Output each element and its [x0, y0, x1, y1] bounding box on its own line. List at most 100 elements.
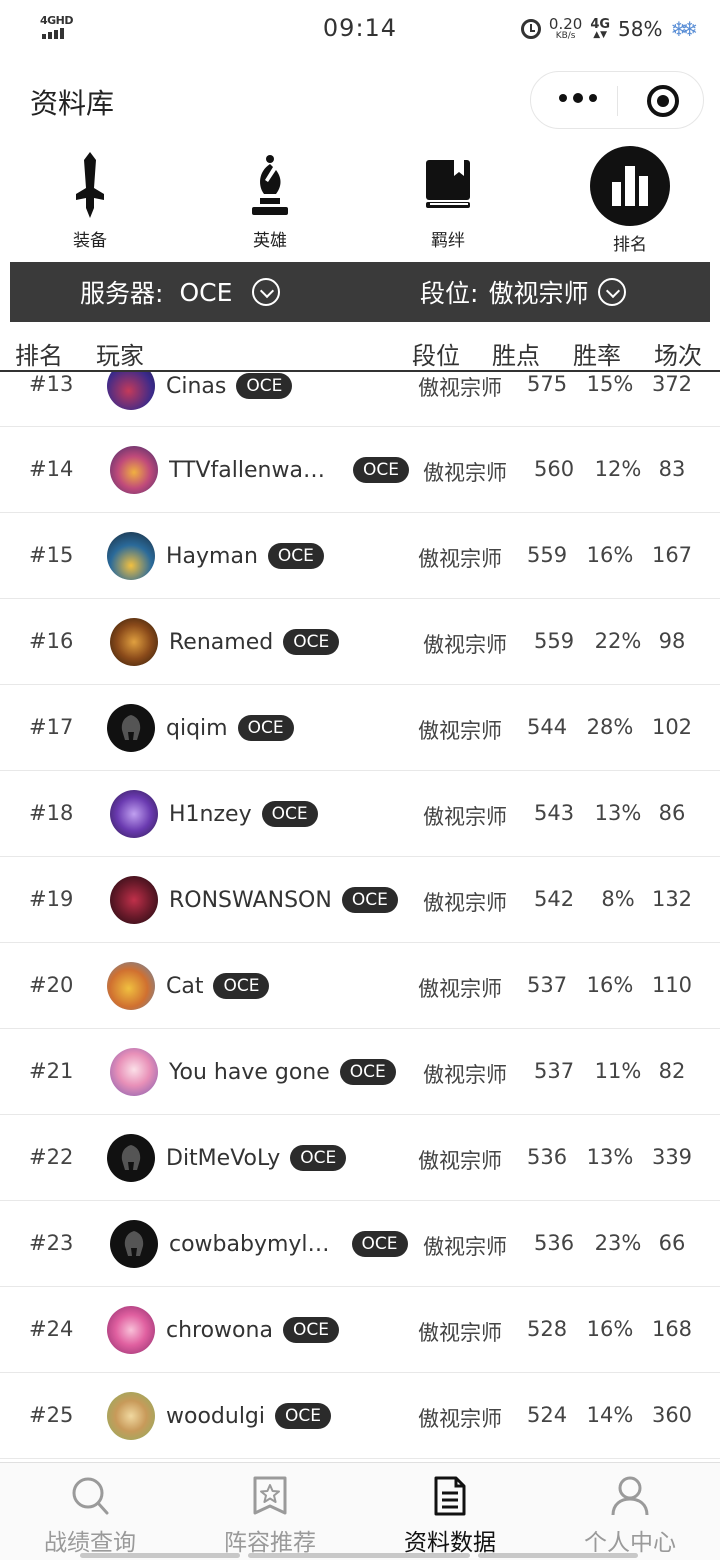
table-row[interactable]: #23 cowbabymyl… OCE 傲视宗师 536 23% 66	[0, 1201, 720, 1287]
player-name: Cat	[166, 973, 204, 999]
avatar	[110, 1220, 158, 1268]
avatar	[107, 532, 155, 580]
region-badge: OCE	[341, 887, 398, 913]
home-indicator	[248, 1553, 470, 1558]
row-winrate: 28%	[586, 715, 634, 739]
row-lp: 560	[534, 457, 575, 481]
row-games: 132	[651, 887, 693, 911]
row-tier: 傲视宗师	[423, 1235, 507, 1259]
close-target-icon[interactable]	[647, 85, 679, 117]
player-cell: DitMeVoLy OCE	[166, 1115, 347, 1201]
mobile-data-indicator: 4G ▲▼	[590, 18, 610, 40]
table-row[interactable]: #14 TTVfallenwall… OCE 傲视宗师 560 12% 83	[0, 427, 720, 513]
bottom-nav: 战绩查询 阵容推荐 资料数据 个人中心	[0, 1462, 720, 1560]
region-badge: OCE	[267, 543, 324, 569]
row-lp: 559	[527, 543, 568, 567]
page-title: 资料库	[30, 87, 115, 120]
server-filter-label: 服务器:	[80, 279, 164, 308]
table-row[interactable]: #13 Cinas OCE 傲视宗师 575 15% 372	[0, 372, 720, 427]
row-lp: 537	[527, 973, 568, 997]
column-header-games[interactable]: 场次	[654, 336, 702, 371]
server-filter[interactable]: 服务器: OCE	[80, 262, 281, 322]
player-name: TTVfallenwall…	[169, 457, 331, 483]
region-badge: OCE	[290, 1145, 347, 1171]
row-tier: 傲视宗师	[418, 977, 502, 1001]
row-winrate: 13%	[594, 801, 642, 825]
table-row[interactable]: #16 Renamed OCE 傲视宗师 559 22% 98	[0, 599, 720, 685]
mini-program-capsule	[530, 71, 704, 129]
table-row[interactable]: #20 Cat OCE 傲视宗师 537 16% 110	[0, 943, 720, 1029]
table-row[interactable]: #21 You have gone OCE 傲视宗师 537 11% 82	[0, 1029, 720, 1115]
row-games: 360	[651, 1403, 693, 1427]
avatar	[107, 1134, 155, 1182]
row-winrate: 14%	[586, 1403, 634, 1427]
row-games: 102	[651, 715, 693, 739]
row-games: 86	[658, 801, 686, 825]
tier-filter[interactable]: 段位: 傲视宗师	[420, 262, 627, 322]
battery-level: 58%	[618, 17, 663, 41]
sword-icon	[76, 152, 104, 218]
region-badge: OCE	[353, 457, 409, 483]
row-lp: 528	[527, 1317, 568, 1341]
chess-bishop-icon	[252, 155, 288, 215]
table-row[interactable]: #18 H1nzey OCE 傲视宗师 543 13% 86	[0, 771, 720, 857]
player-cell: TTVfallenwall… OCE	[169, 427, 409, 513]
row-games: 66	[658, 1231, 686, 1255]
avatar	[110, 446, 158, 494]
player-cell: Hayman OCE	[166, 513, 324, 599]
player-name: Renamed	[169, 629, 274, 655]
row-tier: 傲视宗师	[423, 805, 507, 829]
player-cell: cowbabymyl… OCE	[169, 1201, 408, 1287]
player-cell: You have gone OCE	[169, 1029, 396, 1115]
nav-label: 资料数据	[404, 1530, 496, 1556]
column-header-lp[interactable]: 胜点	[492, 336, 540, 371]
table-row[interactable]: #22 DitMeVoLy OCE 傲视宗师 536 13% 339	[0, 1115, 720, 1201]
player-name: You have gone	[169, 1059, 330, 1085]
nav-database[interactable]: 资料数据	[360, 1463, 540, 1560]
region-badge: OCE	[236, 373, 293, 399]
row-lp: 542	[534, 887, 575, 911]
row-winrate: 16%	[586, 973, 634, 997]
row-games: 167	[651, 543, 693, 567]
row-lp: 544	[527, 715, 568, 739]
category-rankings[interactable]: 排名	[570, 140, 690, 256]
home-indicator	[478, 1553, 638, 1558]
table-row[interactable]: #15 Hayman OCE 傲视宗师 559 16% 167	[0, 513, 720, 599]
category-items[interactable]: 装备	[30, 140, 150, 256]
chevron-down-icon	[252, 278, 281, 306]
row-rank: #24	[29, 1317, 74, 1341]
row-lp: 559	[534, 629, 575, 653]
category-traits[interactable]: 羁绊	[388, 140, 508, 256]
nav-match-history[interactable]: 战绩查询	[0, 1463, 180, 1560]
avatar	[107, 372, 155, 410]
nav-team-comps[interactable]: 阵容推荐	[180, 1463, 360, 1560]
row-tier: 傲视宗师	[423, 1063, 507, 1087]
row-lp: 543	[534, 801, 575, 825]
category-heroes[interactable]: 英雄	[210, 140, 330, 256]
row-winrate: 11%	[594, 1059, 642, 1083]
avatar	[110, 1048, 158, 1096]
speed-unit: KB/s	[555, 31, 576, 41]
table-row[interactable]: #25 woodulgi OCE 傲视宗师 524 14% 360	[0, 1373, 720, 1459]
row-tier: 傲视宗师	[418, 376, 502, 400]
document-icon	[434, 1476, 466, 1516]
row-rank: #18	[29, 801, 74, 825]
row-winrate: 16%	[586, 1317, 634, 1341]
table-row[interactable]: #19 RONSWANSON OCE 傲视宗师 542 8% 132	[0, 857, 720, 943]
row-tier: 傲视宗师	[418, 547, 502, 571]
avatar	[107, 1392, 155, 1440]
nav-profile[interactable]: 个人中心	[540, 1463, 720, 1560]
row-winrate: 23%	[594, 1231, 642, 1255]
row-rank: #13	[29, 372, 74, 396]
row-tier: 傲视宗师	[418, 719, 502, 743]
table-row[interactable]: #24 chrowona OCE 傲视宗师 528 16% 168	[0, 1287, 720, 1373]
row-lp: 575	[527, 372, 568, 396]
table-row[interactable]: #17 qiqim OCE 傲视宗师 544 28% 102	[0, 685, 720, 771]
column-header-winrate[interactable]: 胜率	[573, 336, 621, 371]
region-badge: OCE	[261, 801, 318, 827]
region-badge: OCE	[339, 1059, 396, 1085]
chevron-down-icon	[598, 278, 627, 306]
player-name: Hayman	[166, 543, 258, 569]
player-cell: qiqim OCE	[166, 685, 294, 771]
more-options-icon[interactable]	[559, 93, 597, 103]
